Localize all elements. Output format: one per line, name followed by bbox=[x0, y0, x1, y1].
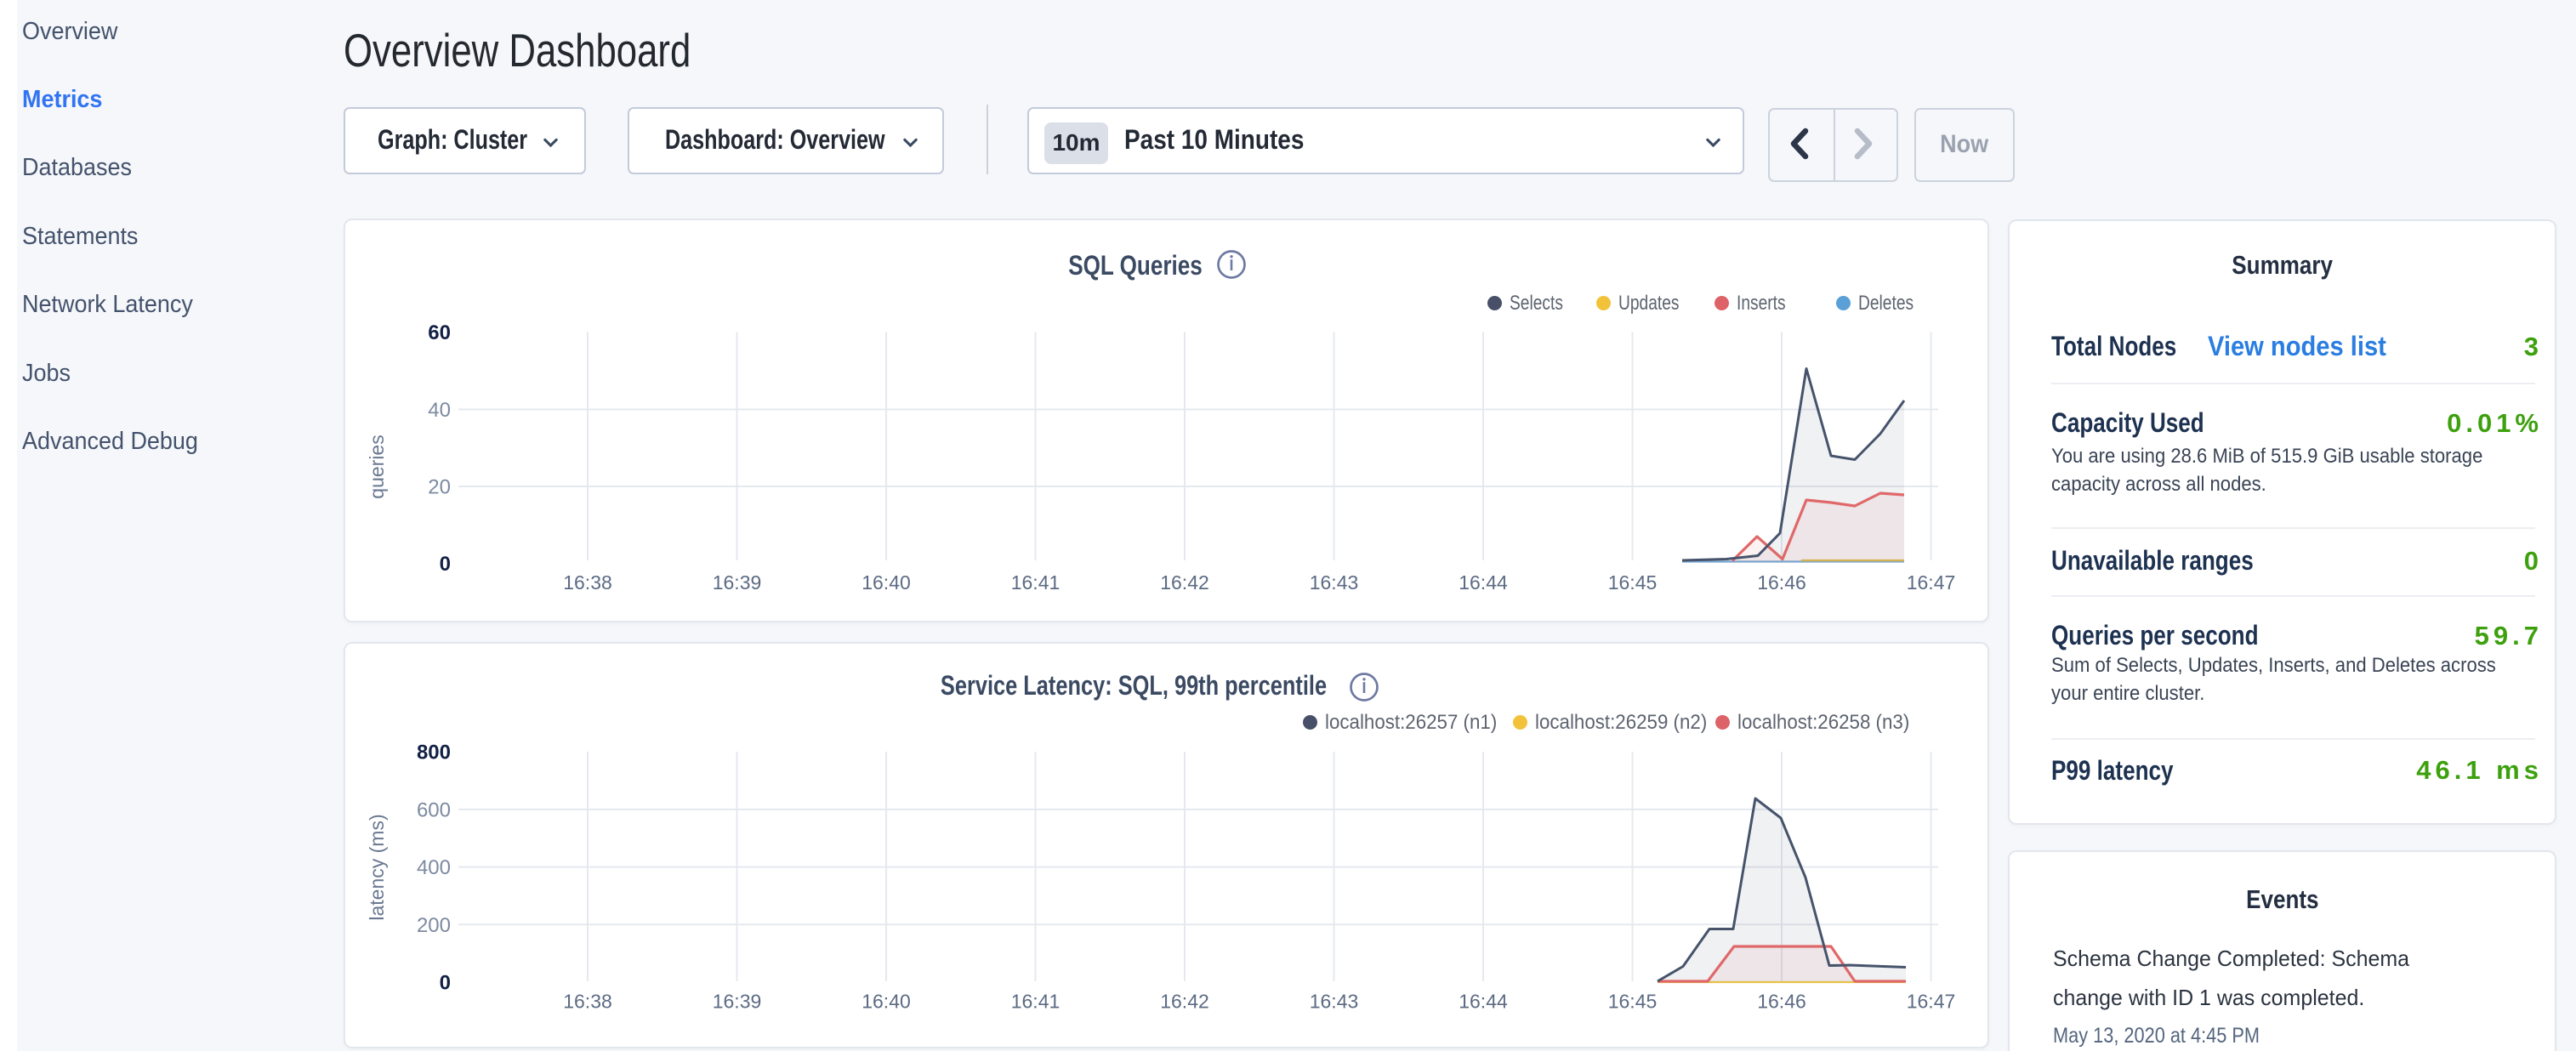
svg-text:latency (ms): latency (ms) bbox=[366, 814, 388, 920]
svg-text:16:46: 16:46 bbox=[1757, 991, 1806, 1013]
svg-text:800: 800 bbox=[417, 741, 451, 764]
svg-text:400: 400 bbox=[417, 856, 451, 879]
svg-text:0: 0 bbox=[440, 553, 451, 576]
svg-text:60: 60 bbox=[428, 321, 451, 344]
svg-text:16:38: 16:38 bbox=[563, 571, 612, 594]
svg-text:200: 200 bbox=[417, 914, 451, 937]
svg-text:16:47: 16:47 bbox=[1907, 991, 1956, 1013]
svg-text:16:39: 16:39 bbox=[713, 571, 762, 594]
svg-text:16:46: 16:46 bbox=[1757, 571, 1806, 594]
svg-text:0: 0 bbox=[440, 972, 451, 995]
svg-text:queries: queries bbox=[366, 435, 388, 498]
svg-text:16:47: 16:47 bbox=[1907, 571, 1956, 594]
svg-text:16:40: 16:40 bbox=[862, 991, 911, 1013]
svg-text:16:39: 16:39 bbox=[713, 991, 762, 1013]
svg-text:16:40: 16:40 bbox=[862, 571, 911, 594]
svg-text:16:45: 16:45 bbox=[1608, 571, 1658, 594]
svg-text:16:42: 16:42 bbox=[1160, 991, 1209, 1013]
svg-text:16:41: 16:41 bbox=[1011, 571, 1061, 594]
svg-text:20: 20 bbox=[428, 476, 451, 499]
svg-text:16:43: 16:43 bbox=[1310, 571, 1359, 594]
svg-text:16:44: 16:44 bbox=[1459, 571, 1508, 594]
svg-text:600: 600 bbox=[417, 799, 451, 822]
svg-text:16:43: 16:43 bbox=[1310, 991, 1359, 1013]
svg-text:16:42: 16:42 bbox=[1160, 571, 1209, 594]
svg-text:16:38: 16:38 bbox=[563, 991, 612, 1013]
svg-text:16:44: 16:44 bbox=[1459, 991, 1508, 1013]
svg-text:40: 40 bbox=[428, 399, 451, 422]
svg-text:16:45: 16:45 bbox=[1608, 991, 1658, 1013]
svg-text:16:41: 16:41 bbox=[1011, 991, 1061, 1013]
